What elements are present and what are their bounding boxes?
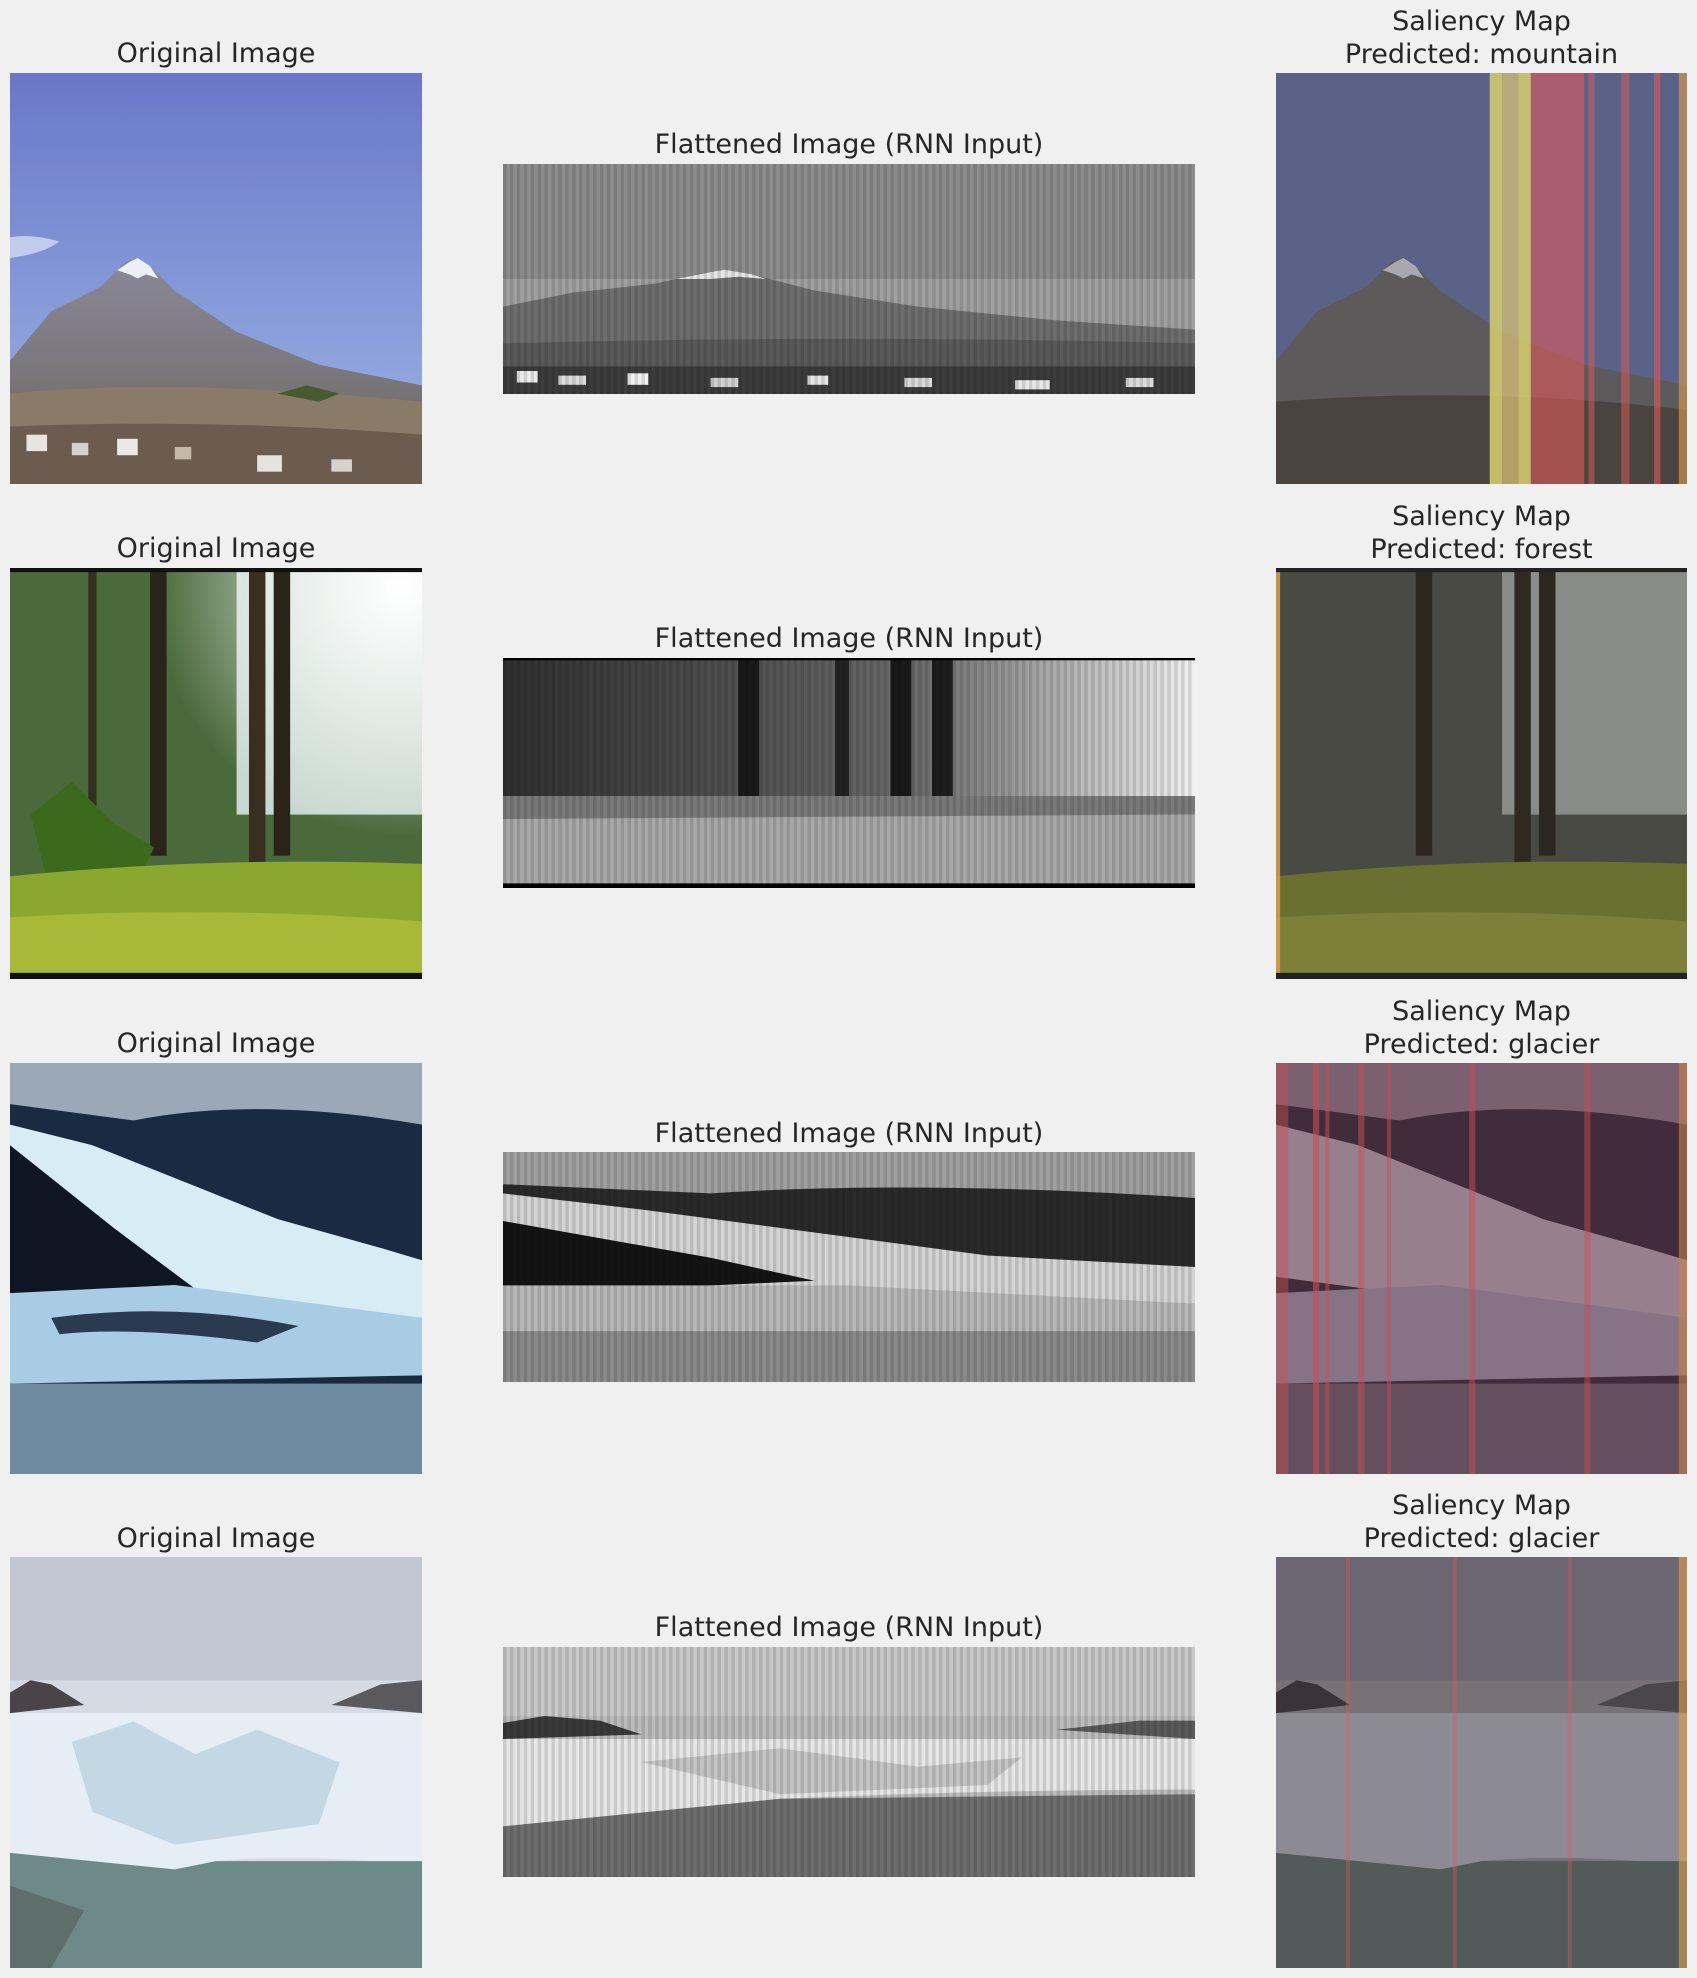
flattened-image-mountain (503, 164, 1195, 394)
original-title-3: Original Image (116, 1028, 316, 1059)
saliency-map-forest (1276, 568, 1687, 979)
flattened-image-forest (503, 658, 1195, 888)
flattened-title-3: Flattened Image (RNN Input) (654, 1118, 1044, 1149)
saliency-title-2: Saliency Map Predicted: forest (1370, 501, 1593, 565)
flattened-title-1: Flattened Image (RNN Input) (654, 129, 1044, 160)
saliency-map-mountain (1276, 73, 1687, 484)
saliency-title-3: Saliency Map Predicted: glacier (1363, 996, 1600, 1060)
original-title-4: Original Image (116, 1523, 316, 1554)
saliency-title-1: Saliency Map Predicted: mountain (1344, 6, 1619, 70)
flattened-image-glacier-2 (503, 1647, 1195, 1877)
saliency-title-4: Saliency Map Predicted: glacier (1363, 1490, 1600, 1554)
original-image-glacier-2 (10, 1557, 422, 1968)
original-image-mountain (10, 73, 422, 484)
saliency-map-glacier (1276, 1063, 1687, 1474)
original-title-1: Original Image (116, 38, 316, 69)
flattened-title-2: Flattened Image (RNN Input) (654, 623, 1044, 654)
original-title-2: Original Image (116, 533, 316, 564)
original-image-glacier (10, 1063, 422, 1474)
saliency-map-glacier-2 (1276, 1557, 1687, 1968)
flattened-image-glacier (503, 1152, 1195, 1382)
original-image-forest (10, 568, 422, 979)
flattened-title-4: Flattened Image (RNN Input) (654, 1612, 1044, 1643)
